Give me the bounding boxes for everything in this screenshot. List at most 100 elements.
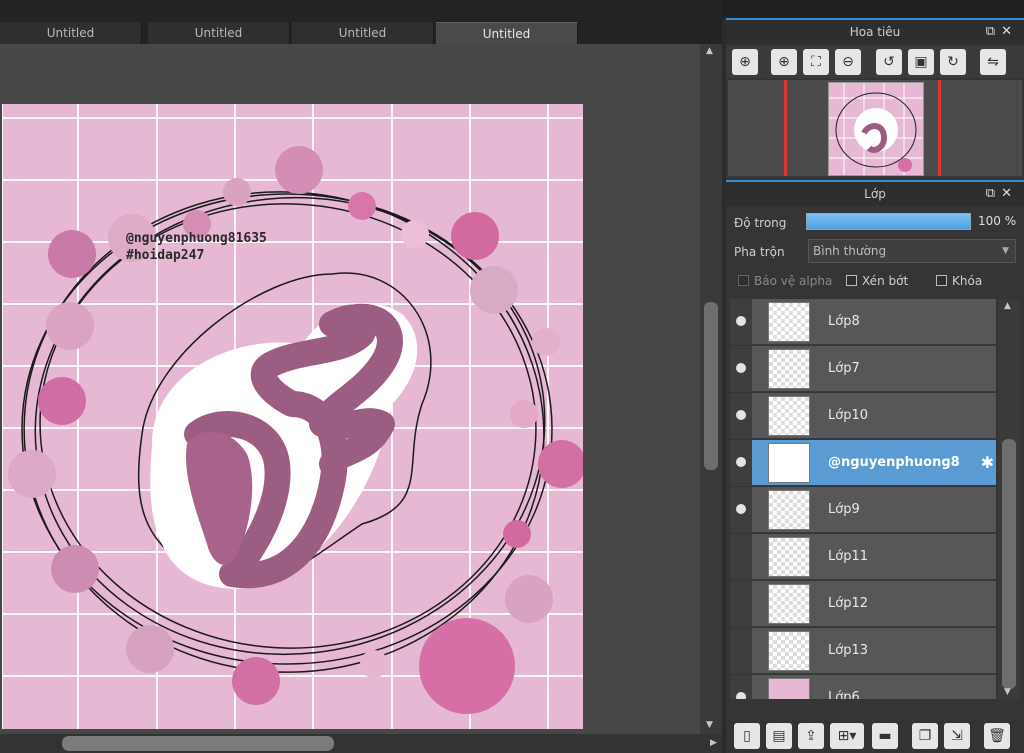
scroll-down-icon[interactable]: ▼ (1004, 687, 1011, 697)
tab-untitled-2[interactable]: Untitled (148, 22, 290, 44)
horizontal-scroll-thumb[interactable] (62, 736, 334, 751)
layer-thumbnail (768, 443, 810, 483)
layer-list-scrollbar[interactable]: ▲ ▼ (998, 299, 1020, 699)
layer-name: Lớp7 (828, 361, 860, 376)
layer-thumbnail (768, 584, 810, 624)
layer-thumbnail (768, 396, 810, 436)
layer-row[interactable]: Lớp12 (730, 581, 996, 627)
vertical-scroll-thumb[interactable] (704, 302, 718, 470)
rotate-left-icon[interactable]: ↺ (876, 49, 902, 75)
navigator-header: Hoa tiêu ⧉✕ (726, 18, 1024, 44)
flip-horizontal-icon[interactable]: ⇋ (980, 49, 1006, 75)
layer-name: Lớp9 (828, 502, 860, 517)
zoom-fit-icon[interactable]: ⊕ (732, 49, 758, 75)
visibility-eye-icon[interactable] (736, 316, 746, 326)
new-layer-from-file-icon[interactable]: ▤ (766, 723, 792, 749)
tab-bar: Untitled Untitled Untitled Untitled (0, 0, 722, 44)
navigator-preview[interactable] (728, 80, 1022, 176)
fit-screen-icon[interactable]: ⛶ (803, 49, 829, 75)
layer-thumbnail (768, 678, 810, 699)
layer-name: Lớp13 (828, 643, 868, 658)
watermark-handle: @nguyenphuong81635 (126, 231, 267, 246)
duplicate-layer-icon[interactable]: ❐ (912, 723, 938, 749)
layer-thumbnail (768, 537, 810, 577)
clip-checkbox[interactable]: Xén bớt (846, 274, 908, 288)
layer-row[interactable]: Lớp10 (730, 393, 996, 439)
merge-layer-icon[interactable]: ⇲ (944, 723, 970, 749)
scroll-up-icon[interactable]: ▲ (1004, 301, 1011, 311)
watermark-hashtag: #hoidap247 (126, 248, 205, 263)
visibility-toggle[interactable] (730, 581, 752, 627)
tab-untitled-1[interactable]: Untitled (0, 22, 142, 44)
protect-alpha-checkbox[interactable]: Bảo vệ alpha (738, 274, 832, 288)
layer-row-selected[interactable]: @nguyenphuong8 ✱ (730, 440, 996, 486)
zoom-in-icon[interactable]: ⊕ (771, 49, 797, 75)
navigator-title: Hoa tiêu (849, 25, 901, 39)
layer-row[interactable]: Lớp11 (730, 534, 996, 580)
navigator-thumbnail (828, 82, 924, 176)
new-folder-icon[interactable]: ▬ (872, 723, 898, 749)
blend-mode-select[interactable]: Bình thường ▼ (808, 239, 1016, 263)
actual-size-icon[interactable]: ▣ (908, 49, 934, 75)
gear-icon[interactable]: ✱ (981, 453, 994, 472)
layer-row[interactable]: Lớp8 (730, 299, 996, 345)
visibility-eye-icon[interactable] (736, 457, 746, 467)
visibility-eye-icon[interactable] (736, 692, 746, 699)
layer-row[interactable]: Lớp9 (730, 487, 996, 533)
opacity-label: Độ trong (734, 216, 787, 230)
layers-title: Lớp (864, 187, 886, 201)
opacity-slider[interactable] (806, 213, 971, 230)
artboard[interactable]: @nguyenphuong81635 #hoidap247 (2, 104, 583, 729)
layer-toolbar: ▯ ▤ ⇪ ⊞▾ ▬ ❐ ⇲ 🗑 (726, 721, 1024, 753)
layer-name: Lớp10 (828, 408, 868, 423)
delete-layer-icon[interactable]: 🗑 (984, 723, 1010, 749)
layer-scroll-thumb[interactable] (1002, 439, 1016, 689)
artwork (2, 104, 583, 729)
layer-row[interactable]: Lớp6 (730, 675, 996, 699)
canvas-horizontal-scrollbar[interactable]: ▶ (0, 734, 722, 753)
right-panel: Hoa tiêu ⧉✕ ⊕ ⊕ ⛶ ⊖ ↺ ▣ ↻ ⇋ Lớp ⧉✕ Độ tr… (726, 18, 1024, 753)
new-layer-dropdown-icon[interactable]: ⊞▾ (830, 723, 864, 749)
visibility-eye-icon[interactable] (736, 504, 746, 514)
new-layer-icon[interactable]: ▯ (734, 723, 760, 749)
chevron-down-icon: ▼ (1002, 246, 1009, 256)
app-window: Untitled Untitled Untitled Untitled @ngu… (0, 0, 1024, 753)
tab-untitled-3[interactable]: Untitled (292, 22, 434, 44)
float-panel-icon[interactable]: ⧉ (986, 24, 1001, 39)
layer-row[interactable]: Lớp7 (730, 346, 996, 392)
lock-checkbox[interactable]: Khóa (936, 274, 982, 288)
blend-label: Pha trộn (734, 245, 785, 259)
float-panel-icon[interactable]: ⧉ (986, 186, 1001, 201)
layer-name: @nguyenphuong8 (828, 455, 960, 470)
visibility-toggle[interactable] (730, 534, 752, 580)
visibility-eye-icon[interactable] (736, 410, 746, 420)
layer-list: Lớp8 Lớp7 Lớp10 @nguyenphuong8 ✱ Lớp9 Lớ… (730, 299, 996, 699)
close-panel-icon[interactable]: ✕ (1001, 186, 1018, 201)
scroll-right-icon[interactable]: ▶ (710, 738, 717, 748)
clip-label: Xén bớt (862, 274, 909, 288)
zoom-out-icon[interactable]: ⊖ (835, 49, 861, 75)
tab-untitled-4[interactable]: Untitled (436, 22, 578, 44)
visibility-toggle[interactable] (730, 628, 752, 674)
layer-name: Lớp12 (828, 596, 868, 611)
scroll-down-icon[interactable]: ▼ (706, 720, 713, 730)
nav-bound-left (784, 80, 787, 176)
import-layer-icon[interactable]: ⇪ (798, 723, 824, 749)
close-panel-icon[interactable]: ✕ (1001, 24, 1018, 39)
lock-label: Khóa (952, 274, 983, 288)
canvas-area[interactable]: @nguyenphuong81635 #hoidap247 (0, 44, 700, 734)
layer-name: Lớp11 (828, 549, 868, 564)
layer-row[interactable]: Lớp13 (730, 628, 996, 674)
navigator-toolbar: ⊕ ⊕ ⛶ ⊖ ↺ ▣ ↻ ⇋ (726, 46, 1024, 78)
layer-thumbnail (768, 302, 810, 342)
layer-name: Lớp6 (828, 690, 860, 699)
rotate-right-icon[interactable]: ↻ (940, 49, 966, 75)
nav-bound-right (938, 80, 941, 176)
layer-thumbnail (768, 490, 810, 530)
scroll-up-icon[interactable]: ▲ (706, 46, 713, 56)
blend-mode-value: Bình thường (813, 244, 887, 258)
layers-header: Lớp ⧉✕ (726, 180, 1024, 206)
layer-thumbnail (768, 631, 810, 671)
canvas-vertical-scrollbar[interactable]: ▲ ▼ (700, 44, 722, 734)
visibility-eye-icon[interactable] (736, 363, 746, 373)
